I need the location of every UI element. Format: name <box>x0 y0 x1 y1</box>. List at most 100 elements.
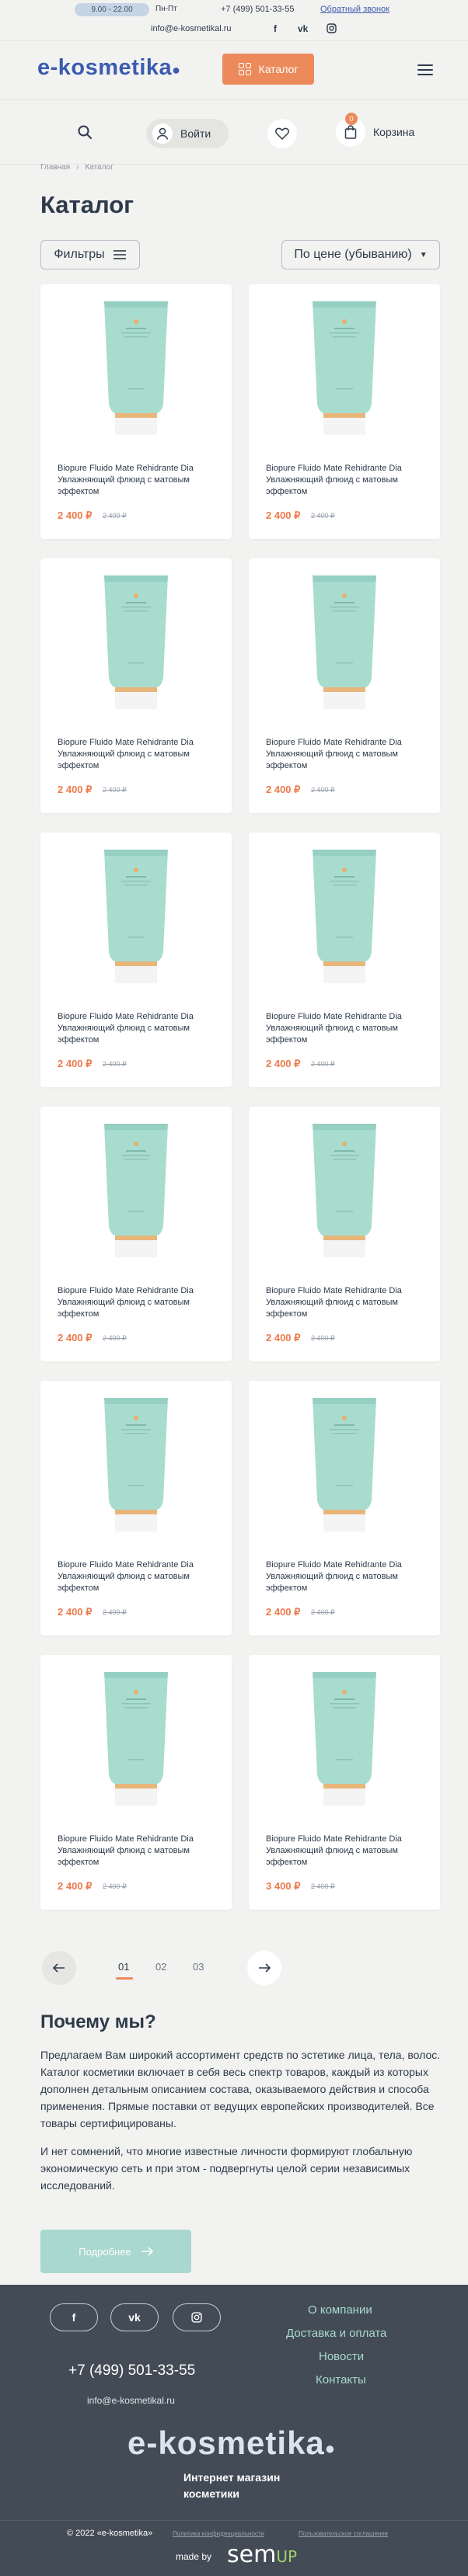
footer-phone-link[interactable]: +7 (499) 501-33-55 <box>68 2362 195 2380</box>
product-image[interactable] <box>40 569 232 717</box>
menu-icon[interactable] <box>417 64 433 78</box>
product-card[interactable]: Biopure Fluido Mate Rehidrante Dia Увлаж… <box>249 284 440 539</box>
header-phone-link[interactable]: +7 (499) 501-33-55 <box>221 5 294 14</box>
footer-link-delivery[interactable]: Доставка и оплата <box>286 2327 386 2340</box>
vk-icon[interactable]: vk <box>110 2303 159 2331</box>
product-card[interactable]: Biopure Fluido Mate Rehidrante Dia Увлаж… <box>40 1107 232 1361</box>
product-name[interactable]: Biopure Fluido Mate Rehidrante Dia Увлаж… <box>266 463 429 498</box>
product-image[interactable] <box>249 1118 440 1265</box>
product-card[interactable]: Biopure Fluido Mate Rehidrante Dia Увлаж… <box>40 558 232 813</box>
page-title: Каталог <box>40 191 134 218</box>
product-name[interactable]: Biopure Fluido Mate Rehidrante Dia Увлаж… <box>266 1011 429 1046</box>
prev-page-button[interactable] <box>42 1951 76 1985</box>
product-image[interactable] <box>40 1392 232 1539</box>
chevron-down-icon: ▼ <box>419 250 428 259</box>
header-email-link[interactable]: info@e-kosmetikal.ru <box>151 24 231 33</box>
product-image[interactable] <box>249 569 440 717</box>
site-logo[interactable]: e-kosmetika● <box>37 55 181 81</box>
product-old-price: 2 400 ₽ <box>103 1608 127 1616</box>
product-old-price: 2 400 ₽ <box>103 1334 127 1342</box>
footer: f vk О компании Доставка и оплата Новост… <box>0 2285 468 2576</box>
footer-divider <box>0 2520 468 2521</box>
product-name[interactable]: Biopure Fluido Mate Rehidrante Dia Увлаж… <box>58 1834 221 1869</box>
login-button[interactable]: Войти <box>146 119 229 148</box>
product-image[interactable] <box>249 295 440 443</box>
product-image[interactable] <box>249 843 440 991</box>
breadcrumb-home[interactable]: Главная <box>40 163 70 172</box>
product-card[interactable]: Biopure Fluido Mate Rehidrante Dia Увлаж… <box>40 1655 232 1910</box>
product-name[interactable]: Biopure Fluido Mate Rehidrante Dia Увлаж… <box>266 737 429 772</box>
cart-count-badge: 0 <box>345 113 358 125</box>
product-price: 2 400 ₽ <box>266 1058 301 1069</box>
vk-icon[interactable]: vk <box>298 23 308 34</box>
product-card[interactable]: Biopure Fluido Mate Rehidrante Dia Увлаж… <box>40 1381 232 1636</box>
product-card[interactable]: Biopure Fluido Mate Rehidrante Dia Увлаж… <box>40 833 232 1087</box>
footer-link-contacts[interactable]: Контакты <box>316 2373 366 2387</box>
bag-icon: 0 <box>336 113 365 147</box>
product-old-price: 2 400 ₽ <box>311 512 335 520</box>
page-3[interactable]: 03 <box>193 1961 204 1973</box>
product-name[interactable]: Biopure Fluido Mate Rehidrante Dia Увлаж… <box>58 1559 221 1594</box>
filter-lines-icon <box>113 250 126 259</box>
pagination: 01 02 03 <box>40 1951 440 1985</box>
product-card[interactable]: Biopure Fluido Mate Rehidrante Dia Увлаж… <box>40 284 232 539</box>
product-name[interactable]: Biopure Fluido Mate Rehidrante Dia Увлаж… <box>58 463 221 498</box>
filters-button[interactable]: Фильтры <box>40 240 140 269</box>
heart-icon <box>275 127 289 140</box>
product-image[interactable] <box>249 1392 440 1539</box>
product-name[interactable]: Biopure Fluido Mate Rehidrante Dia Увлаж… <box>266 1285 429 1320</box>
product-card[interactable]: Biopure Fluido Mate Rehidrante Dia Увлаж… <box>249 1381 440 1636</box>
product-price: 2 400 ₽ <box>266 509 301 521</box>
sort-select[interactable]: По цене (убыванию) ▼ <box>281 240 440 269</box>
product-old-price: 2 400 ₽ <box>311 1882 335 1890</box>
product-name[interactable]: Biopure Fluido Mate Rehidrante Dia Увлаж… <box>58 1011 221 1046</box>
working-hours: 9.00 - 22.00 <box>75 3 149 16</box>
cart-label: Корзина <box>373 126 415 138</box>
agreement-link[interactable]: Пользовательское соглашение <box>299 2530 388 2537</box>
product-card[interactable]: Biopure Fluido Mate Rehidrante Dia Увлаж… <box>249 833 440 1087</box>
product-card[interactable]: Biopure Fluido Mate Rehidrante Dia Увлаж… <box>249 558 440 813</box>
product-name[interactable]: Biopure Fluido Mate Rehidrante Dia Увлаж… <box>266 1834 429 1869</box>
product-image[interactable] <box>40 843 232 991</box>
product-image[interactable] <box>249 1666 440 1813</box>
next-page-button[interactable] <box>247 1951 281 1985</box>
product-image[interactable] <box>40 295 232 443</box>
cart-button[interactable]: 0 Корзина <box>336 113 415 147</box>
product-name[interactable]: Biopure Fluido Mate Rehidrante Dia Увлаж… <box>58 737 221 772</box>
product-price: 2 400 ₽ <box>58 1332 93 1344</box>
product-price: 2 400 ₽ <box>266 1332 301 1344</box>
catalog-button[interactable]: Каталог <box>222 54 314 85</box>
facebook-icon[interactable]: f <box>274 23 277 34</box>
page-2[interactable]: 02 <box>155 1961 166 1973</box>
footer-link-about[interactable]: О компании <box>308 2303 372 2317</box>
product-card[interactable]: Biopure Fluido Mate Rehidrante Dia Увлаж… <box>249 1107 440 1361</box>
callback-link[interactable]: Обратный звонок <box>320 5 389 14</box>
grid-icon <box>238 63 251 75</box>
product-image[interactable] <box>40 1666 232 1813</box>
product-old-price: 2 400 ₽ <box>103 786 127 794</box>
product-card[interactable]: Biopure Fluido Mate Rehidrante Dia Увлаж… <box>249 1655 440 1910</box>
product-old-price: 2 400 ₽ <box>311 786 335 794</box>
product-price: 2 400 ₽ <box>58 1606 93 1618</box>
product-old-price: 2 400 ₽ <box>311 1608 335 1616</box>
why-us-paragraph-2: И нет сомнений, что многие известные лич… <box>40 2145 413 2192</box>
footer-email-link[interactable]: info@e-kosmetikal.ru <box>87 2395 175 2406</box>
user-nav: Войти 0 Корзина <box>0 99 468 165</box>
footer-tagline: Интернет магазин косметики <box>183 2471 281 2500</box>
footer-link-news[interactable]: Новости <box>319 2350 364 2363</box>
product-price: 2 400 ₽ <box>266 784 301 795</box>
page-1[interactable]: 01 <box>118 1961 129 1973</box>
product-name[interactable]: Biopure Fluido Mate Rehidrante Dia Увлаж… <box>266 1559 429 1594</box>
more-button[interactable]: Подробнее <box>40 2230 191 2273</box>
product-price: 2 400 ₽ <box>58 1880 93 1892</box>
product-name[interactable]: Biopure Fluido Mate Rehidrante Dia Увлаж… <box>58 1285 221 1320</box>
search-icon[interactable] <box>78 125 92 139</box>
instagram-icon[interactable] <box>173 2303 221 2331</box>
privacy-link[interactable]: Политика конфиденциальности <box>173 2530 264 2537</box>
instagram-icon[interactable] <box>327 23 337 36</box>
developer-logo[interactable]: semUP <box>227 2541 297 2568</box>
arrow-left-icon <box>53 1963 65 1973</box>
favorites-button[interactable] <box>267 119 297 148</box>
product-image[interactable] <box>40 1118 232 1265</box>
facebook-icon[interactable]: f <box>50 2303 98 2331</box>
